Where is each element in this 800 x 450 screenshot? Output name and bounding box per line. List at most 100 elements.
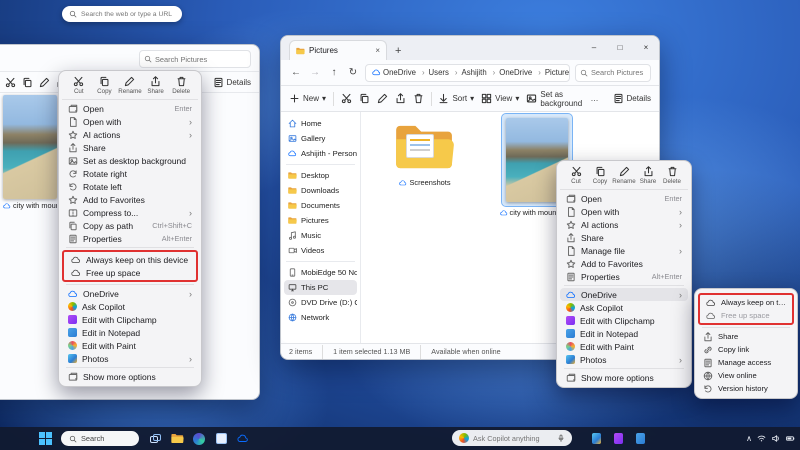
- menu-item-edit-in-notepad[interactable]: Edit in Notepad: [560, 327, 688, 340]
- menu-item-show-more-options[interactable]: Show more options: [62, 370, 198, 383]
- menu-item-edit-with-paint[interactable]: Edit with Paint: [560, 340, 688, 353]
- file-explorer-button[interactable]: [168, 430, 186, 447]
- sidebar-item-mobiedge-device[interactable]: MobiEdge 50 Nov: [284, 265, 357, 280]
- menu-item-share[interactable]: Share: [62, 141, 198, 154]
- taskbar-search[interactable]: Search: [61, 431, 139, 446]
- photos-app-button[interactable]: [587, 430, 605, 447]
- sidebar-item-onedrive-personal[interactable]: Ashijith - Personal: [284, 146, 357, 161]
- breadcrumb-segment[interactable]: OneDrive: [489, 68, 533, 77]
- menu-item-free-up-space[interactable]: Free up space: [65, 266, 195, 279]
- menu-item-add-to-favorites[interactable]: Add to Favorites: [560, 257, 688, 270]
- rename-button[interactable]: Rename: [612, 166, 636, 185]
- copy-button[interactable]: Copy: [92, 76, 117, 95]
- copy-button[interactable]: [359, 93, 370, 104]
- cut-button[interactable]: [5, 77, 16, 88]
- minimize-button[interactable]: [581, 36, 607, 60]
- clipchamp-app-button[interactable]: [609, 430, 627, 447]
- menu-item-set-as-desktop-background[interactable]: Set as desktop background: [62, 154, 198, 167]
- sidebar-item-pictures[interactable]: Pictures: [284, 213, 357, 228]
- breadcrumb-segment[interactable]: OneDrive: [383, 68, 416, 77]
- file-tile-screenshots[interactable]: Screenshots: [377, 118, 473, 187]
- menu-item-copy-as-path[interactable]: Copy as pathCtrl+Shift+C: [62, 219, 198, 232]
- start-button[interactable]: [36, 430, 54, 447]
- cut-button[interactable]: [341, 93, 352, 104]
- details-pane-button[interactable]: Details: [613, 93, 651, 104]
- delete-button[interactable]: Delete: [660, 166, 684, 185]
- menu-item-edit-with-clipchamp[interactable]: Edit with Clipchamp: [62, 313, 198, 326]
- refresh-button[interactable]: [346, 68, 360, 78]
- sidebar-item-gallery[interactable]: Gallery: [284, 131, 357, 146]
- left-file-thumbnail[interactable]: city with mountain...: [3, 95, 57, 210]
- explorer-search-box[interactable]: [575, 64, 651, 82]
- breadcrumb-segment[interactable]: Pictures: [534, 68, 570, 77]
- wifi-icon[interactable]: [757, 434, 766, 443]
- rename-button[interactable]: [377, 93, 388, 104]
- task-view-button[interactable]: [146, 430, 164, 447]
- explorer-search-input[interactable]: [591, 68, 646, 77]
- submenu-item-share[interactable]: Share: [698, 330, 794, 343]
- breadcrumb-segment[interactable]: Ashijith: [451, 68, 487, 77]
- menu-item-photos[interactable]: Photos: [560, 353, 688, 366]
- menu-item-open-with[interactable]: Open with: [560, 205, 688, 218]
- tab-pictures[interactable]: Pictures: [289, 40, 387, 60]
- share-button[interactable]: Share: [636, 166, 660, 185]
- menu-item-open[interactable]: OpenEnter: [560, 192, 688, 205]
- sidebar-item-this-pc[interactable]: This PC: [284, 280, 357, 295]
- copilot-input[interactable]: [473, 434, 553, 443]
- maximize-button[interactable]: [607, 36, 633, 60]
- menu-item-onedrive[interactable]: OneDrive: [560, 288, 688, 301]
- menu-item-ask-copilot[interactable]: Ask Copilot: [62, 300, 198, 313]
- volume-icon[interactable]: [771, 434, 780, 443]
- menu-item-rotate-left[interactable]: Rotate left: [62, 180, 198, 193]
- sidebar-item-documents[interactable]: Documents: [284, 198, 357, 213]
- menu-item-share[interactable]: Share: [560, 231, 688, 244]
- menu-item-photos[interactable]: Photos: [62, 352, 198, 365]
- menu-item-onedrive[interactable]: OneDrive: [62, 287, 198, 300]
- submenu-item-copy-link[interactable]: Copy link: [698, 343, 794, 356]
- menu-item-properties[interactable]: PropertiesAlt+Enter: [62, 232, 198, 245]
- menu-item-edit-in-notepad[interactable]: Edit in Notepad: [62, 326, 198, 339]
- breadcrumb[interactable]: OneDrive Users Ashijith OneDrive Picture…: [365, 64, 570, 82]
- browser-search-bar[interactable]: Search the web or type a URL: [62, 6, 182, 22]
- left-search-input[interactable]: [155, 55, 246, 64]
- copy-button[interactable]: [22, 77, 33, 88]
- submenu-item-manage-access[interactable]: Manage access: [698, 356, 794, 369]
- left-search-box[interactable]: [139, 50, 251, 68]
- cut-button[interactable]: Cut: [66, 76, 91, 95]
- menu-item-always-keep-on-this-device[interactable]: Always keep on this device: [65, 253, 195, 266]
- menu-item-show-more-options[interactable]: Show more options: [560, 371, 688, 384]
- sidebar-item-downloads[interactable]: Downloads: [284, 183, 357, 198]
- cut-button[interactable]: Cut: [564, 166, 588, 185]
- up-button[interactable]: [327, 68, 341, 78]
- store-button[interactable]: [212, 430, 230, 447]
- menu-item-rotate-right[interactable]: Rotate right: [62, 167, 198, 180]
- close-button[interactable]: [633, 36, 659, 60]
- delete-button[interactable]: [413, 93, 424, 104]
- sidebar-item-dvd-drive[interactable]: DVD Drive (D:) CCC: [284, 295, 357, 310]
- menu-item-compress-to[interactable]: Compress to...: [62, 206, 198, 219]
- submenu-item-version-history[interactable]: Version history: [698, 382, 794, 395]
- submenu-item-always-keep-on-this-device[interactable]: Always keep on this device: [701, 296, 791, 309]
- see-more-button[interactable]: [591, 95, 599, 103]
- sort-button[interactable]: Sort: [438, 93, 474, 104]
- sidebar-item-network[interactable]: Network: [284, 310, 357, 325]
- menu-item-open[interactable]: OpenEnter: [62, 102, 198, 115]
- menu-item-ai-actions[interactable]: AI actions: [62, 128, 198, 141]
- rename-button[interactable]: Rename: [117, 76, 142, 95]
- menu-item-ai-actions[interactable]: AI actions: [560, 218, 688, 231]
- battery-icon[interactable]: [785, 434, 796, 443]
- set-as-background-button[interactable]: Set as background: [526, 90, 583, 108]
- edge-button[interactable]: [190, 430, 208, 447]
- copy-button[interactable]: Copy: [588, 166, 612, 185]
- submenu-item-free-up-space[interactable]: Free up space: [701, 309, 791, 322]
- menu-item-edit-with-paint[interactable]: Edit with Paint: [62, 339, 198, 352]
- sidebar-item-videos[interactable]: Videos: [284, 243, 357, 258]
- menu-item-manage-file[interactable]: Manage file: [560, 244, 688, 257]
- breadcrumb-segment[interactable]: Users: [418, 68, 449, 77]
- submenu-item-view-online[interactable]: View online: [698, 369, 794, 382]
- details-pane-button[interactable]: Details: [213, 77, 251, 88]
- copilot-search-box[interactable]: [452, 430, 572, 446]
- menu-item-add-to-favorites[interactable]: Add to Favorites: [62, 193, 198, 206]
- sidebar-item-desktop[interactable]: Desktop: [284, 168, 357, 183]
- new-button[interactable]: New: [289, 93, 326, 104]
